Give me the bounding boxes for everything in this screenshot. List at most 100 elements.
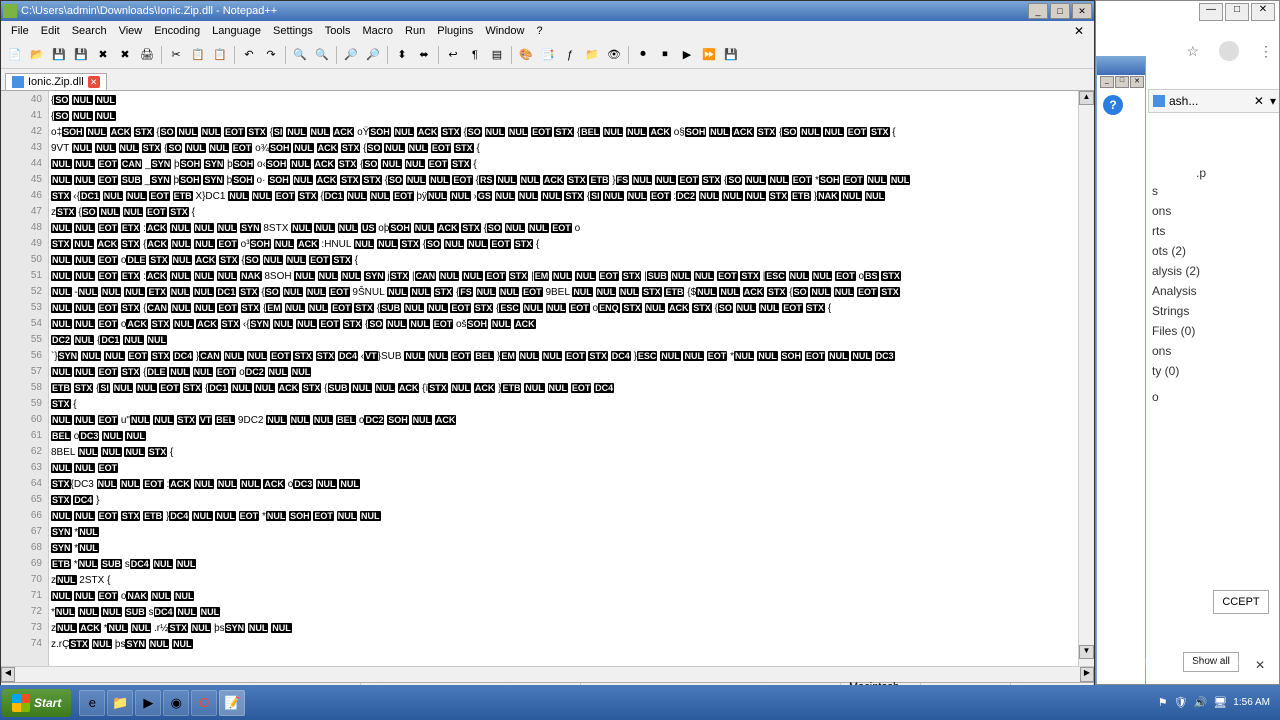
sub-titlebar[interactable]: [1097, 57, 1145, 75]
sync-v-icon[interactable]: ⬍: [392, 45, 412, 65]
maximize-button[interactable]: □: [1050, 3, 1070, 19]
menu-plugins[interactable]: Plugins: [431, 23, 479, 39]
menu-run[interactable]: Run: [399, 23, 431, 39]
show-all-button[interactable]: Show all: [1183, 652, 1239, 672]
sidebar-item[interactable]: alysis (2): [1148, 261, 1280, 281]
zoom-in-icon[interactable]: 🔎: [341, 45, 361, 65]
sidebar-item[interactable]: Analysis: [1148, 281, 1280, 301]
scroll-left-button[interactable]: ◀: [1, 667, 15, 682]
zoom-out-icon[interactable]: 🔎: [363, 45, 383, 65]
copy-icon[interactable]: 📋: [188, 45, 208, 65]
doc-map-icon[interactable]: 📑: [538, 45, 558, 65]
open-file-icon[interactable]: 📂: [27, 45, 47, 65]
scroll-down-button[interactable]: ▼: [1079, 645, 1094, 659]
menu-macro[interactable]: Macro: [356, 23, 399, 39]
stop-icon[interactable]: ⏹: [655, 45, 675, 65]
chevron-down-icon[interactable]: ▾: [1270, 94, 1276, 108]
tray-clock[interactable]: 1:56 AM: [1233, 697, 1270, 708]
browser-tab[interactable]: ash... ✕ ▾: [1148, 89, 1280, 113]
save-all-icon[interactable]: 💾: [71, 45, 91, 65]
menu-encoding[interactable]: Encoding: [148, 23, 206, 39]
code-content[interactable]: {SO NUL NUL{SO NUL NULo‡SOH NUL ACK STX …: [49, 91, 1078, 666]
tab-ionic-zip-dll[interactable]: Ionic.Zip.dll ✕: [5, 73, 107, 90]
save-macro-icon[interactable]: 💾: [721, 45, 741, 65]
menu-edit[interactable]: Edit: [35, 23, 66, 39]
close-all-icon[interactable]: ✖: [115, 45, 135, 65]
menu-help[interactable]: ?: [530, 23, 548, 39]
scroll-up-button[interactable]: ▲: [1079, 91, 1094, 105]
vertical-scrollbar[interactable]: ▲ ▼: [1078, 91, 1094, 666]
tab-close-icon[interactable]: ✕: [88, 76, 100, 88]
taskbar-notepadpp-icon[interactable]: 📝: [219, 690, 245, 716]
wrap-icon[interactable]: ↩: [443, 45, 463, 65]
record-icon[interactable]: ⏺: [633, 45, 653, 65]
indent-guide-icon[interactable]: ▤: [487, 45, 507, 65]
sidebar-item[interactable]: ots (2): [1148, 241, 1280, 261]
func-list-icon[interactable]: ƒ: [560, 45, 580, 65]
taskbar-chrome-icon[interactable]: ◉: [163, 690, 189, 716]
taskbar-explorer-icon[interactable]: 📁: [107, 690, 133, 716]
undo-icon[interactable]: ↶: [239, 45, 259, 65]
cut-icon[interactable]: ✂: [166, 45, 186, 65]
sub-minimize-button[interactable]: _: [1100, 76, 1114, 88]
paste-icon[interactable]: 📋: [210, 45, 230, 65]
minimize-button[interactable]: _: [1028, 3, 1048, 19]
rp-close-button[interactable]: ✕: [1251, 3, 1275, 21]
taskbar-ie-icon[interactable]: e: [79, 690, 105, 716]
taskbar-opera-icon[interactable]: O: [191, 690, 217, 716]
toolbar: 📄 📂 💾 💾 ✖ ✖ 🖨 ✂ 📋 📋 ↶ ↷ 🔍 🔍 🔎 🔎 ⬍ ⬌ ↩ ¶ …: [1, 41, 1094, 69]
udl-icon[interactable]: 🎨: [516, 45, 536, 65]
sidebar-item[interactable]: ons: [1148, 341, 1280, 361]
sidebar-item[interactable]: Strings: [1148, 301, 1280, 321]
menu-window[interactable]: Window: [479, 23, 530, 39]
avatar-icon[interactable]: [1219, 41, 1239, 61]
play-multi-icon[interactable]: ⏩: [699, 45, 719, 65]
star-icon[interactable]: ☆: [1186, 43, 1199, 60]
sidebar-item[interactable]: ons: [1148, 201, 1280, 221]
browser-tab-close-icon[interactable]: ✕: [1254, 94, 1264, 108]
mdi-close-button[interactable]: ✕: [1068, 22, 1090, 40]
horizontal-scrollbar[interactable]: ◀ ▶: [1, 666, 1094, 682]
sidebar-item[interactable]: s: [1148, 181, 1280, 201]
sidebar-item[interactable]: rts: [1148, 221, 1280, 241]
tray-volume-icon[interactable]: 🔊: [1194, 696, 1208, 709]
menu-settings[interactable]: Settings: [267, 23, 319, 39]
menu-tools[interactable]: Tools: [319, 23, 357, 39]
sidebar-item[interactable]: Files (0): [1148, 321, 1280, 341]
start-button[interactable]: Start: [2, 689, 71, 717]
play-icon[interactable]: ▶: [677, 45, 697, 65]
save-icon[interactable]: 💾: [49, 45, 69, 65]
show-all-chars-icon[interactable]: ¶: [465, 45, 485, 65]
more-icon[interactable]: ⋮: [1259, 43, 1273, 60]
show-all-close-icon[interactable]: ✕: [1255, 658, 1265, 672]
accept-button[interactable]: CCEPT: [1213, 590, 1269, 614]
find-icon[interactable]: 🔍: [290, 45, 310, 65]
tray-network-icon[interactable]: 🖥: [1213, 696, 1227, 709]
scroll-right-button[interactable]: ▶: [1080, 667, 1094, 682]
titlebar[interactable]: C:\Users\admin\Downloads\Ionic.Zip.dll -…: [1, 1, 1094, 21]
menu-search[interactable]: Search: [66, 23, 113, 39]
menu-file[interactable]: File: [5, 23, 35, 39]
help-icon[interactable]: ?: [1103, 95, 1123, 115]
rp-maximize-button[interactable]: □: [1225, 3, 1249, 21]
sidebar-item[interactable]: o: [1148, 387, 1280, 407]
rp-minimize-button[interactable]: —: [1199, 3, 1223, 21]
sub-maximize-button[interactable]: □: [1115, 76, 1129, 88]
print-icon[interactable]: 🖨: [137, 45, 157, 65]
close-file-icon[interactable]: ✖: [93, 45, 113, 65]
tray-shield-icon[interactable]: 🛡: [1174, 696, 1188, 709]
new-file-icon[interactable]: 📄: [5, 45, 25, 65]
taskbar-media-icon[interactable]: ▶: [135, 690, 161, 716]
folder-icon[interactable]: 📁: [582, 45, 602, 65]
right-background-window: — □ ✕ ☆ ⋮ _ □ ✕ ? ash... ✕ ▾ .p sonsrtso…: [1095, 0, 1280, 685]
close-button[interactable]: ✕: [1072, 3, 1092, 19]
sidebar-item[interactable]: ty (0): [1148, 361, 1280, 381]
monitor-icon[interactable]: 👁: [604, 45, 624, 65]
sync-h-icon[interactable]: ⬌: [414, 45, 434, 65]
replace-icon[interactable]: 🔍: [312, 45, 332, 65]
sub-close-button[interactable]: ✕: [1130, 76, 1144, 88]
menu-language[interactable]: Language: [206, 23, 267, 39]
redo-icon[interactable]: ↷: [261, 45, 281, 65]
tray-flag-icon[interactable]: ⚑: [1158, 696, 1168, 709]
menu-view[interactable]: View: [113, 23, 149, 39]
